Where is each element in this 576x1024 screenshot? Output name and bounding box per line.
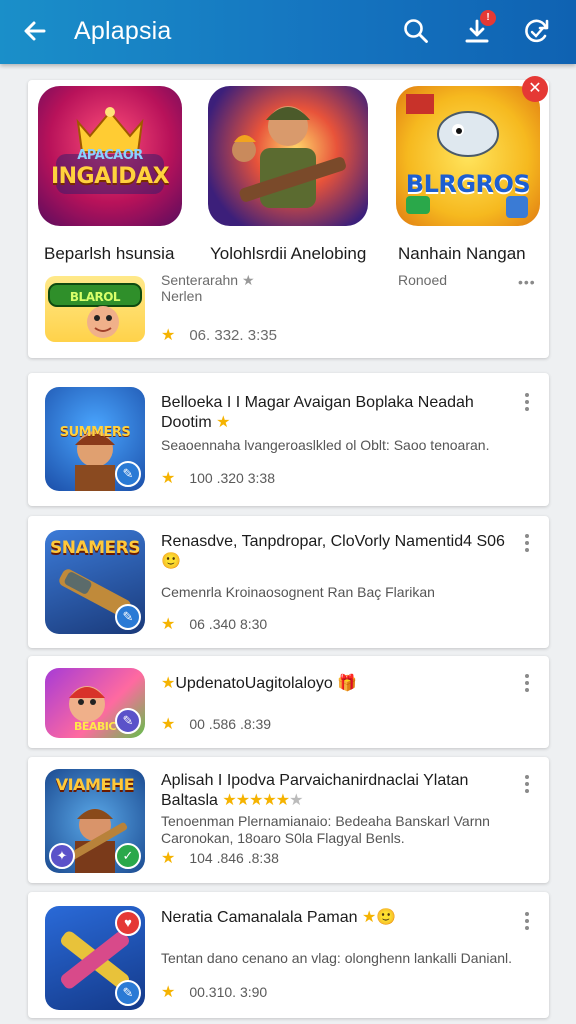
list-item[interactable]: SNAMERS ✎ Renasdve, Tanpdropar, CloVorly…: [28, 516, 549, 648]
star-icon: ★: [161, 327, 176, 344]
star-outline-icon: ★: [289, 792, 304, 809]
controller-icon: ✦: [49, 843, 75, 869]
notification-badge: !: [480, 10, 496, 26]
app-subtitle: Senterarahn ★: [161, 272, 255, 288]
more-horizontal-icon[interactable]: •••: [518, 274, 536, 290]
app-icon[interactable]: BLRGROS: [396, 86, 540, 226]
rating-text: ★ 00 .586 .8:39: [161, 716, 272, 733]
smile-emoji-icon: 🙂: [161, 553, 181, 570]
rating-text: ★ 06 .340 8:30: [161, 616, 268, 633]
featured-app[interactable]: BLRGROS Nanhain Nangan: [396, 86, 546, 263]
more-vertical-icon[interactable]: [525, 775, 531, 796]
back-arrow-icon[interactable]: [20, 16, 50, 46]
app-icon[interactable]: SUMMERS ✎: [45, 387, 145, 491]
heart-icon: ♥: [115, 910, 141, 936]
app-bar: Aplapsia !: [0, 0, 576, 64]
rating-text: ★ 100 .320 3:38: [161, 470, 275, 487]
app-icon[interactable]: [208, 86, 368, 226]
edit-icon: ✎: [115, 708, 141, 734]
shark-character-icon: [406, 94, 528, 218]
app-name: Beparlsh hsunsia: [44, 244, 175, 263]
app-name: Aplisah I Ipodva Parvaichanirdnaclai Yla…: [161, 772, 469, 809]
star-icon: ★: [161, 850, 176, 867]
app-icon[interactable]: BLAROL: [45, 276, 145, 342]
star-icon: ★: [161, 984, 176, 1001]
app-subtitle: Nerlen: [161, 288, 203, 304]
star-icon: ★: [161, 616, 176, 633]
rating-text: ★ 00.310. 3:90: [161, 984, 268, 1001]
list-item[interactable]: BEABIC ✎ ★UpdenatoUagitolaloyo 🎁 ★ 00 .58…: [28, 656, 549, 748]
featured-app[interactable]: APACAOR INGAIDAX Beparlsh hsunsia: [38, 86, 188, 263]
list-item[interactable]: SUMMERS ✎ Belloeka I I Magar Avaigan Bop…: [28, 373, 549, 506]
download-icon[interactable]: !: [462, 10, 496, 46]
app-name: Nanhain Nangan: [398, 244, 526, 263]
app-description: Tenoenman Plernamianaio: Bedeaha Banskar…: [161, 813, 490, 846]
smile-emoji-icon: 🙂: [376, 909, 397, 926]
featured-card: APACAOR INGAIDAX Beparlsh hsunsia Yolohl…: [28, 76, 549, 358]
app-description: Cemenrla Kroinaosognent Ran Baç Flarikan: [161, 584, 435, 600]
app-description: Seaoennaha lvangeroaslkled ol Oblt: Saoo…: [161, 437, 490, 453]
app-description: Tentan dano cenano an vlag: olonghenn la…: [161, 950, 513, 966]
star-icon: ★: [161, 470, 176, 487]
more-vertical-icon[interactable]: [525, 393, 531, 414]
edit-icon: ✎: [115, 980, 141, 1006]
edit-icon: ✎: [115, 604, 141, 630]
more-vertical-icon[interactable]: [525, 674, 531, 695]
star-outline-icon: ★: [241, 272, 255, 288]
check-icon: ✓: [115, 843, 141, 869]
app-name: Belloeka I I Magar Avaigan Boplaka Neada…: [161, 394, 474, 431]
featured-app[interactable]: Yolohlsrdii Anelobing: [208, 86, 368, 263]
more-vertical-icon[interactable]: [525, 912, 531, 933]
app-icon[interactable]: BEABIC ✎: [45, 668, 145, 738]
cartoon-character-icon: [48, 283, 142, 338]
rating-text: ★ 104 .846 .8:38: [161, 850, 279, 867]
list-item[interactable]: ♥ ✎ Neratia Camanalala Paman ★🙂 Tentan d…: [28, 892, 549, 1018]
app-icon[interactable]: ♥ ✎: [45, 906, 145, 1010]
app-icon[interactable]: APACAOR INGAIDAX: [38, 86, 182, 226]
app-name: Neratia Camanalala Paman ★🙂: [161, 909, 397, 926]
gift-emoji-icon: 🎁: [337, 675, 358, 692]
list-item[interactable]: VIAMEHE ✦ ✓ Aplisah I Ipodva Parvaichani…: [28, 757, 549, 883]
soldier-character-icon: [232, 106, 346, 208]
app-name: Yolohlsrdii Anelobing: [210, 244, 367, 263]
search-icon[interactable]: [401, 16, 431, 46]
star-icon: ★: [362, 909, 377, 926]
edit-icon: ✎: [115, 461, 141, 487]
app-name: Renasdve, Tanpdropar, CloVorly Namentid4…: [161, 533, 505, 570]
more-vertical-icon[interactable]: [525, 534, 531, 555]
star-icon: ★: [161, 716, 176, 733]
rating-text: ★ 06. 332. 3:35: [161, 327, 277, 344]
app-icon[interactable]: SNAMERS ✎: [45, 530, 145, 634]
close-icon[interactable]: ✕: [522, 76, 548, 102]
rating-stars-icon: ★★★★★: [222, 792, 290, 809]
star-icon: ★: [216, 414, 231, 431]
app-bar-title: Aplapsia: [74, 17, 172, 45]
app-subtitle: Ronoed: [398, 272, 448, 288]
app-name: ★UpdenatoUagitolaloyo 🎁: [161, 675, 358, 692]
app-icon[interactable]: VIAMEHE ✦ ✓: [45, 769, 145, 873]
star-icon: ★: [161, 675, 176, 692]
refresh-icon[interactable]: [522, 16, 552, 46]
